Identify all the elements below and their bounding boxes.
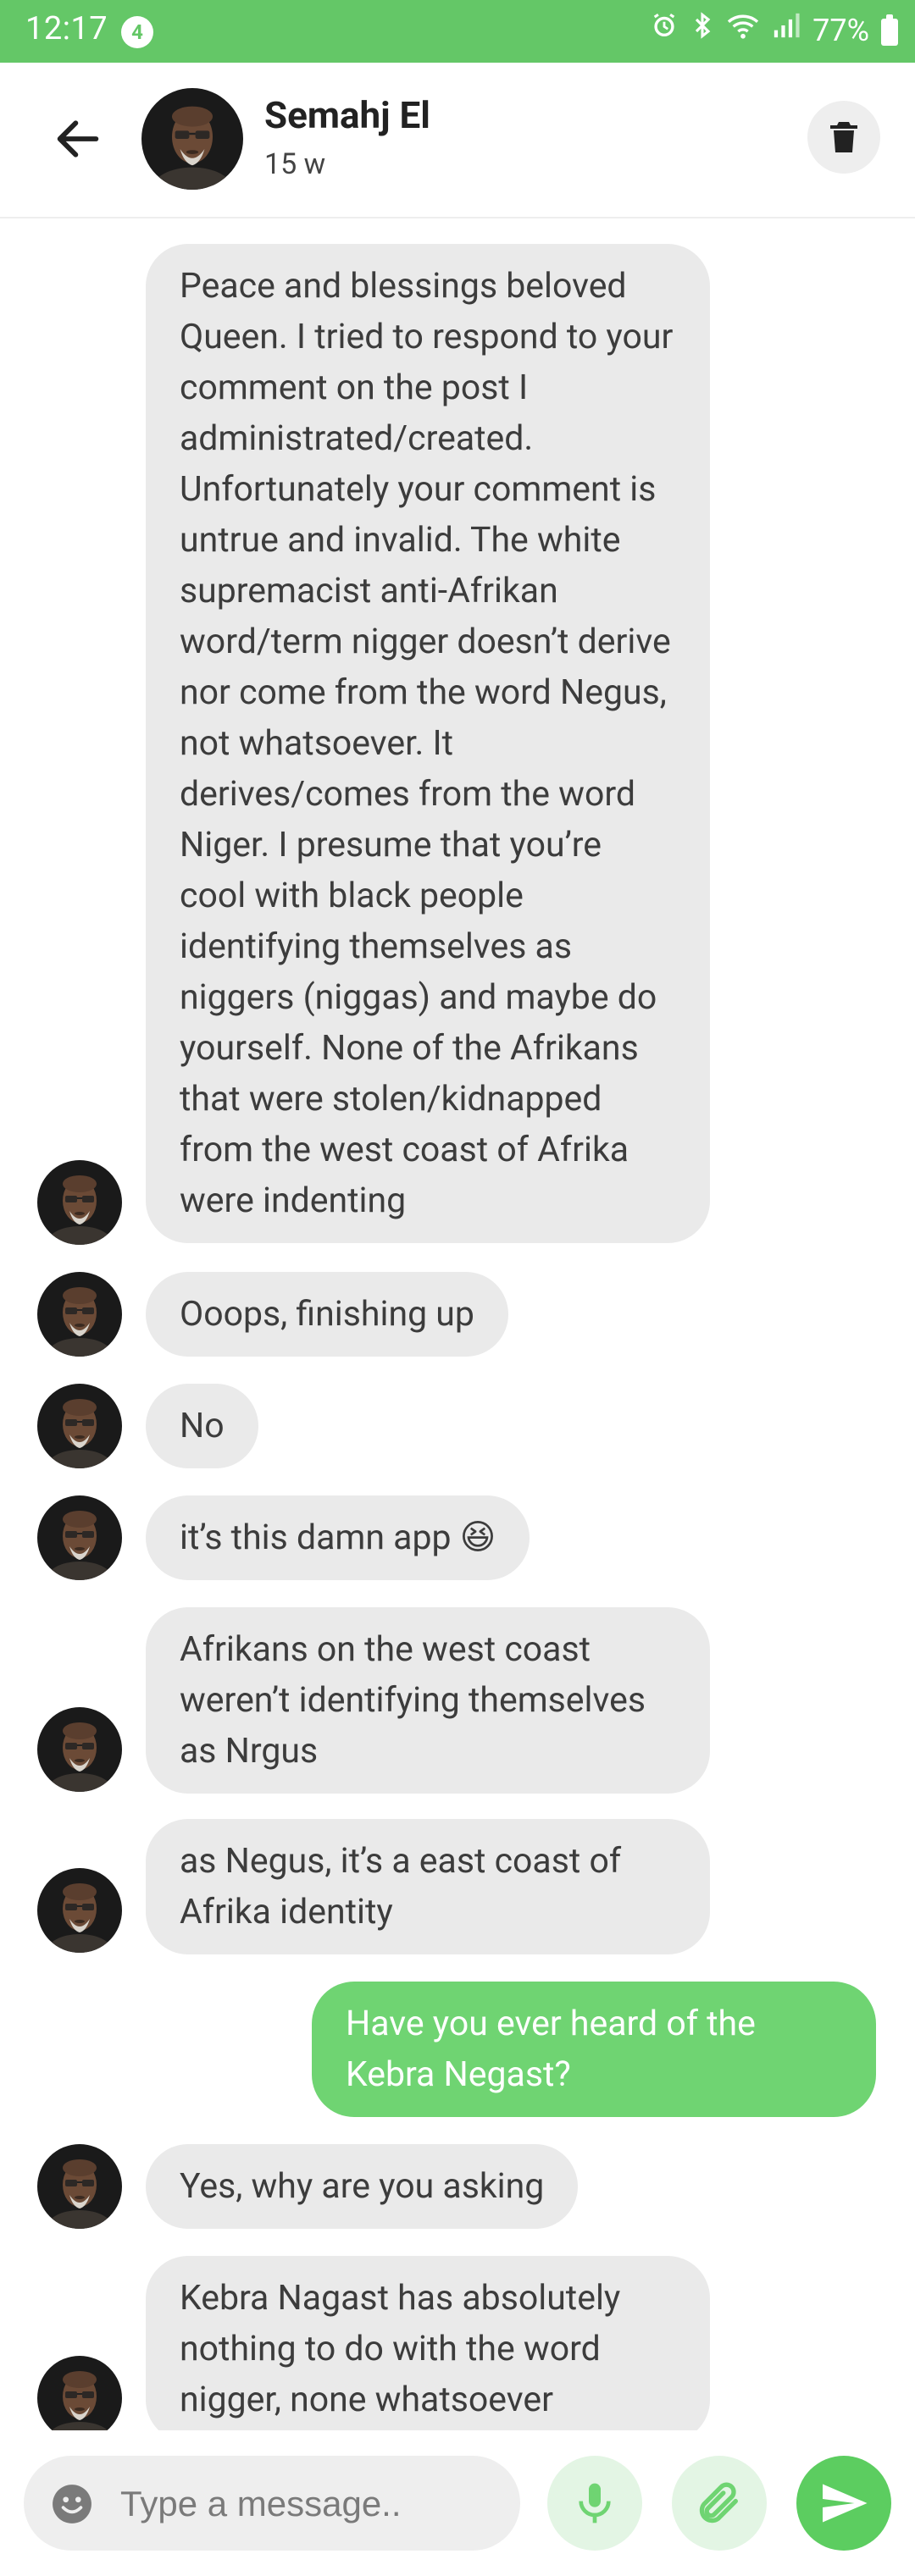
- incoming-message-bubble[interactable]: it’s this damn app 😆: [146, 1495, 530, 1580]
- send-button[interactable]: [796, 2456, 891, 2551]
- message-text: Yes, why are you asking: [180, 2166, 545, 2207]
- send-icon: [823, 2484, 868, 2523]
- incoming-message-bubble[interactable]: as Negus, it’s a east coast of Afrika id…: [146, 1819, 710, 1954]
- incoming-message-bubble[interactable]: Kebra Nagast has absolutely nothing to d…: [146, 2256, 710, 2430]
- message-text: as Negus, it’s a east coast of Afrika id…: [180, 1841, 622, 1932]
- message-input[interactable]: [119, 2456, 503, 2552]
- message-text: Have you ever heard of the Kebra Negast?: [346, 2004, 756, 2095]
- message-list[interactable]: Peace and blessings beloved Queen. I tri…: [0, 218, 915, 2430]
- incoming-message-bubble[interactable]: Ooops, finishing up: [146, 1272, 508, 1357]
- message-text: Peace and blessings beloved Queen. I tri…: [180, 266, 674, 1221]
- delete-conversation-button[interactable]: [807, 101, 880, 174]
- voice-message-button[interactable]: [547, 2456, 642, 2551]
- emoji-icon[interactable]: [51, 2483, 93, 2525]
- message-text: it’s this damn app 😆: [180, 1517, 496, 1558]
- back-button[interactable]: [51, 112, 105, 166]
- back-arrow-icon: [57, 120, 99, 158]
- chat-header: Semahj El 15 w: [0, 63, 915, 218]
- message-text: Afrikans on the west coast weren’t ident…: [180, 1629, 646, 1772]
- incoming-message-bubble[interactable]: Afrikans on the west coast weren’t ident…: [146, 1607, 710, 1794]
- battery-percentage: 77%: [812, 13, 869, 48]
- incoming-message-bubble[interactable]: Yes, why are you asking: [146, 2144, 579, 2229]
- trash-icon: [830, 122, 857, 152]
- message-input-container[interactable]: [24, 2456, 520, 2552]
- contact-last-seen: 15 w: [264, 147, 326, 181]
- outgoing-message-bubble[interactable]: Have you ever heard of the Kebra Negast?: [312, 1982, 876, 2117]
- sender-avatar[interactable]: [37, 2356, 122, 2430]
- status-icons: 77%: [650, 10, 898, 51]
- contact-name[interactable]: Semahj El: [264, 93, 430, 137]
- wifi-icon: [726, 10, 760, 51]
- notification-count-badge: 4: [121, 16, 153, 48]
- sender-avatar[interactable]: [37, 1160, 122, 1245]
- sender-avatar[interactable]: [37, 1868, 122, 1953]
- paperclip-icon: [699, 2482, 738, 2523]
- incoming-message-bubble[interactable]: Peace and blessings beloved Queen. I tri…: [146, 244, 710, 1243]
- status-bar: 12:17 4 77%: [0, 0, 915, 63]
- sender-avatar[interactable]: [37, 1495, 122, 1580]
- bluetooth-icon: [690, 10, 714, 51]
- sender-avatar[interactable]: [37, 2144, 122, 2229]
- alarm-icon: [650, 10, 679, 51]
- message-text: Kebra Nagast has absolutely nothing to d…: [180, 2278, 621, 2420]
- status-time: 12:17: [25, 10, 108, 47]
- sender-avatar[interactable]: [37, 1272, 122, 1357]
- signal-icon: [772, 10, 801, 51]
- microphone-icon: [579, 2483, 611, 2523]
- sender-avatar[interactable]: [37, 1384, 122, 1468]
- contact-avatar[interactable]: [141, 88, 243, 190]
- sender-avatar[interactable]: [37, 1707, 122, 1792]
- attach-file-button[interactable]: [672, 2456, 767, 2551]
- message-composer: [0, 2430, 915, 2576]
- message-text: Ooops, finishing up: [180, 1294, 474, 1335]
- message-text: No: [180, 1406, 225, 1446]
- battery-icon: [881, 14, 898, 46]
- incoming-message-bubble[interactable]: No: [146, 1384, 258, 1468]
